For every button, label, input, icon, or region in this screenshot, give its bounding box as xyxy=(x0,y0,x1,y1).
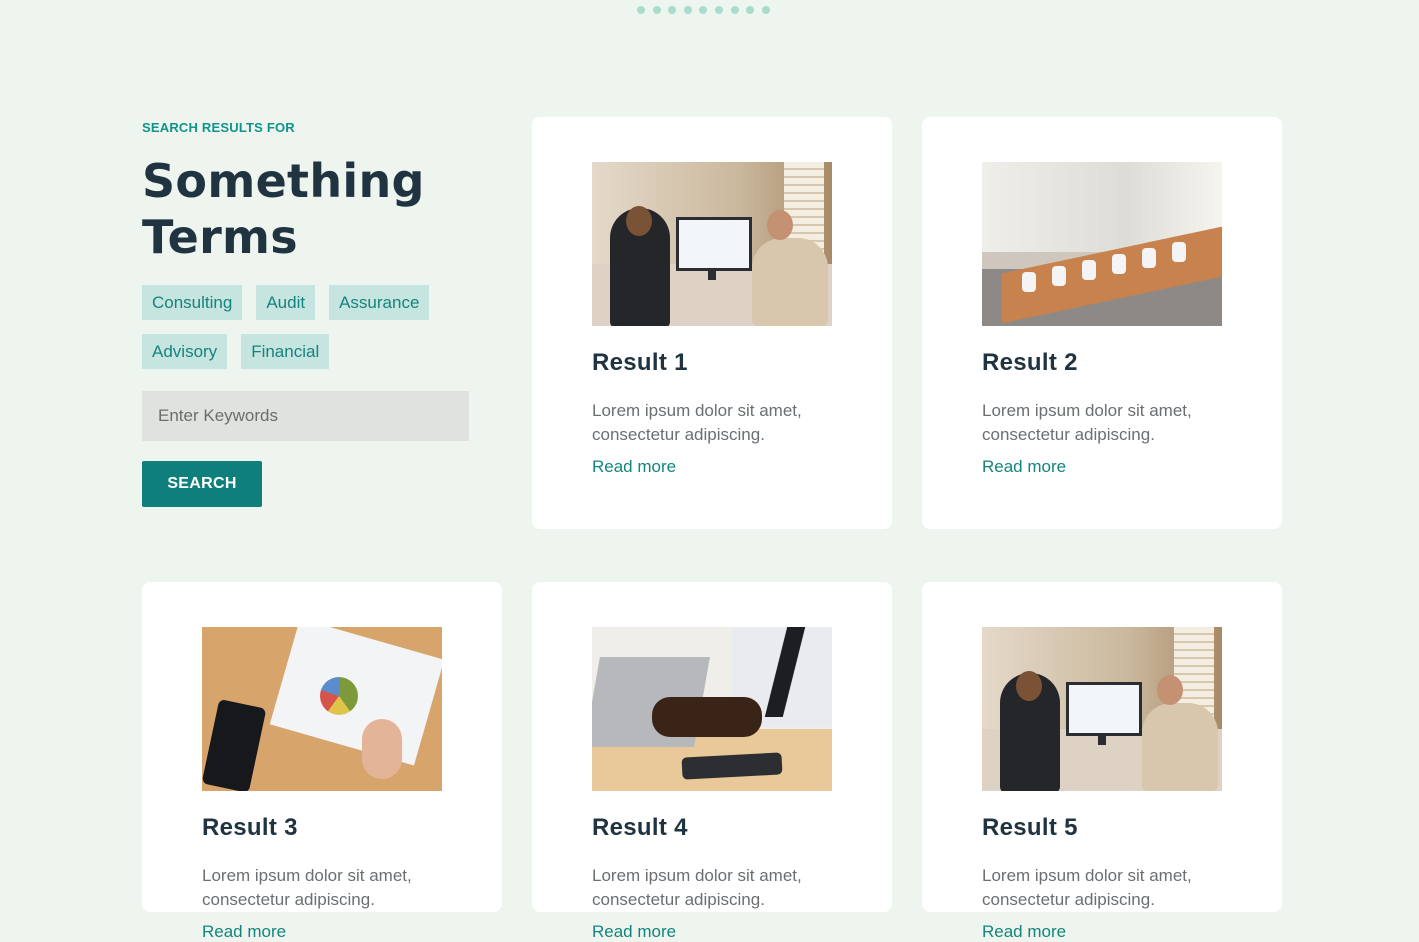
search-term-title: Something Terms xyxy=(142,153,482,265)
search-panel: SEARCH RESULTS FOR Something Terms Consu… xyxy=(142,117,482,507)
result-title[interactable]: Result 2 xyxy=(982,348,1222,378)
keyword-search-input[interactable] xyxy=(142,391,469,441)
title-line-2: Terms xyxy=(142,210,298,264)
result-card: Result 2 Lorem ipsum dolor sit amet, cons… xyxy=(922,117,1282,529)
result-excerpt: Lorem ipsum dolor sit amet, consectetur a… xyxy=(982,401,1192,444)
read-more-link[interactable]: Read more xyxy=(592,457,676,477)
result-title[interactable]: Result 3 xyxy=(202,813,442,843)
search-results-eyebrow: SEARCH RESULTS FOR xyxy=(142,120,295,135)
result-excerpt: Lorem ipsum dolor sit amet, consectetur a… xyxy=(982,866,1192,909)
title-line-1: Something xyxy=(142,154,425,208)
result-title[interactable]: Result 4 xyxy=(592,813,832,843)
result-title[interactable]: Result 1 xyxy=(592,348,832,378)
tag-list: Consulting Audit Assurance Advisory Fina… xyxy=(142,285,472,369)
read-more-link[interactable]: Read more xyxy=(982,922,1066,942)
pager-dot[interactable] xyxy=(730,6,739,14)
pager-dot[interactable] xyxy=(652,6,661,14)
result-excerpt: Lorem ipsum dolor sit amet, consectetur a… xyxy=(202,866,412,909)
tag-financial[interactable]: Financial xyxy=(241,334,330,369)
result-image[interactable] xyxy=(982,627,1222,791)
pager-dot[interactable] xyxy=(714,6,723,14)
tag-assurance[interactable]: Assurance xyxy=(329,285,430,320)
tag-advisory[interactable]: Advisory xyxy=(142,334,228,369)
tag-audit[interactable]: Audit xyxy=(256,285,316,320)
result-excerpt: Lorem ipsum dolor sit amet, consectetur a… xyxy=(592,866,802,909)
pager-dot[interactable] xyxy=(746,6,755,14)
result-image[interactable] xyxy=(592,162,832,326)
carousel-pager xyxy=(637,6,770,14)
result-card: Result 1 Lorem ipsum dolor sit amet, cons… xyxy=(532,117,892,529)
result-card: Result 5 Lorem ipsum dolor sit amet, cons… xyxy=(922,582,1282,941)
read-more-link[interactable]: Read more xyxy=(982,457,1066,477)
pager-dot[interactable] xyxy=(699,6,708,14)
pager-dot[interactable] xyxy=(668,6,677,14)
pager-dot[interactable] xyxy=(683,6,692,14)
result-card: Result 3 Lorem ipsum dolor sit amet, cons… xyxy=(142,582,502,941)
pager-dot[interactable] xyxy=(637,6,645,14)
result-card: Result 4 Lorem ipsum dolor sit amet, cons… xyxy=(532,582,892,941)
result-image[interactable] xyxy=(592,627,832,791)
result-image[interactable] xyxy=(202,627,442,791)
result-image[interactable] xyxy=(982,162,1222,326)
search-button[interactable]: SEARCH xyxy=(142,461,262,507)
tag-consulting[interactable]: Consulting xyxy=(142,285,243,320)
pager-dot[interactable] xyxy=(761,6,770,14)
result-title[interactable]: Result 5 xyxy=(982,813,1222,843)
read-more-link[interactable]: Read more xyxy=(592,922,676,942)
result-excerpt: Lorem ipsum dolor sit amet, consectetur a… xyxy=(592,401,802,444)
read-more-link[interactable]: Read more xyxy=(202,922,286,942)
